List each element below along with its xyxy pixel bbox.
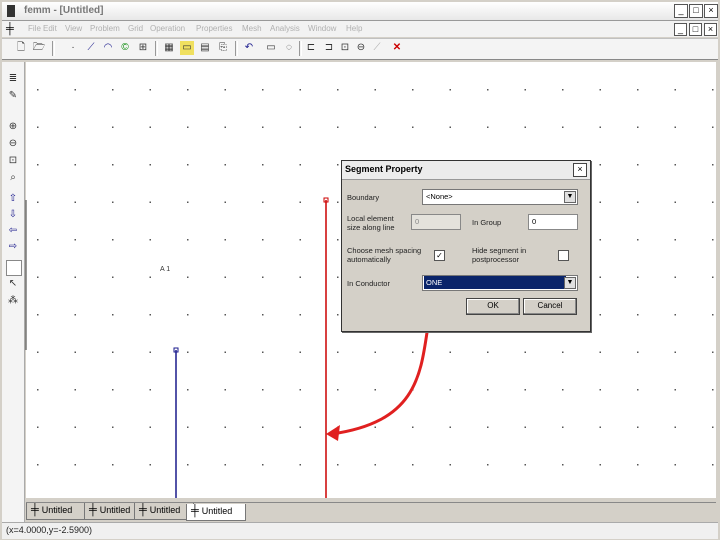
- dialog-title-bar: Segment Property ×: [342, 161, 590, 180]
- hide-segment-label: Hide segment in postprocessor: [472, 246, 527, 264]
- arrow-head-left: [326, 425, 340, 441]
- boundary-label: Boundary: [347, 193, 380, 202]
- in-group-field[interactable]: 0: [528, 214, 578, 230]
- hide-segment-checkbox[interactable]: [558, 250, 569, 261]
- auto-mesh-checkbox[interactable]: ✓: [434, 250, 445, 261]
- tab-label: Untitled: [41, 505, 73, 515]
- local-spacing-field[interactable]: 0: [411, 214, 461, 230]
- cancel-button[interactable]: Cancel: [523, 298, 577, 315]
- coordinate-readout: (x=4.0000,y=-2.5900): [6, 525, 93, 535]
- document-icon: ╪: [191, 505, 199, 517]
- boundary-value: <None>: [426, 192, 453, 201]
- local-spacing-value: 0: [415, 217, 420, 226]
- segment-property-dialog: Segment Property × Boundary <None> ▼ Loc…: [341, 160, 591, 332]
- in-group-label: In Group: [472, 218, 502, 227]
- femm-window: femm - [Untitled] _ □ × ╪ File Edit View…: [0, 0, 720, 540]
- in-conductor-value: ONE: [424, 276, 566, 289]
- dialog-title: Segment Property: [345, 164, 423, 174]
- tab-untitled-1[interactable]: ╪ Untitled: [26, 503, 86, 520]
- chevron-down-icon[interactable]: ▼: [564, 277, 576, 289]
- in-conductor-label: In Conductor: [347, 279, 390, 288]
- boundary-select[interactable]: <None> ▼: [422, 189, 578, 205]
- in-group-value: 0: [532, 217, 537, 226]
- in-conductor-select[interactable]: ONE ▼: [422, 275, 578, 291]
- document-tabs: ╪ Untitled ╪ Untitled ╪ Untitled ╪ Untitled: [26, 502, 716, 521]
- tab-untitled-4-active[interactable]: ╪ Untitled: [186, 504, 246, 521]
- local-spacing-label: Local element size along line: [347, 214, 395, 232]
- document-icon: ╪: [89, 504, 97, 516]
- chevron-down-icon[interactable]: ▼: [564, 191, 576, 203]
- dialog-close-button[interactable]: ×: [573, 163, 587, 177]
- status-bar: (x=4.0000,y=-2.5900): [2, 522, 718, 539]
- tab-label: Untitled: [201, 506, 233, 516]
- tab-label: Untitled: [149, 505, 181, 515]
- auto-mesh-label: Choose mesh spacing automatically: [347, 246, 422, 264]
- tab-label: Untitled: [99, 505, 131, 515]
- tab-untitled-3[interactable]: ╪ Untitled: [134, 503, 194, 520]
- document-icon: ╪: [31, 504, 39, 516]
- ok-button[interactable]: OK: [466, 298, 520, 315]
- document-icon: ╪: [139, 504, 147, 516]
